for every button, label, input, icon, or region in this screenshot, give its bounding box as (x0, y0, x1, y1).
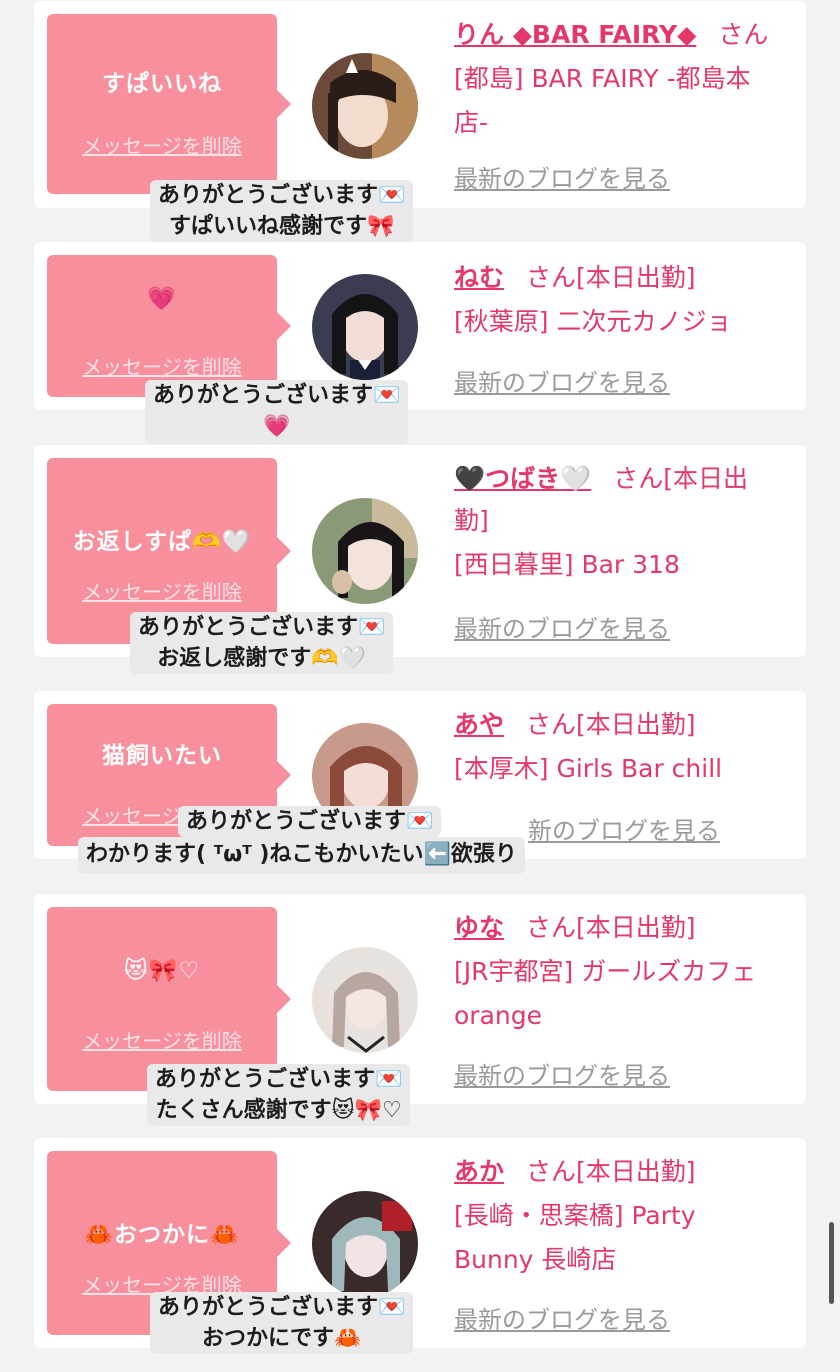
reply-line: すぱいいね感謝です🎀 (169, 214, 395, 239)
delete-message-link[interactable]: メッセージを削除 (47, 1025, 277, 1054)
latest-blog-link[interactable]: 最新のブログを見る (454, 363, 670, 398)
reply-message: ありがとうございます💌 お返し感謝です🫶🤍 (130, 612, 394, 674)
reply-line: お返し感謝です🫶🤍 (157, 646, 367, 671)
reply-line: ありがとうございます💌 (155, 1067, 403, 1092)
shop-name: [JR宇都宮] ガールズカフェ (454, 957, 757, 986)
shop-name-cont: Bunny 長崎店 (454, 1245, 617, 1274)
delete-message-link[interactable]: メッセージを削除 (47, 576, 277, 605)
message-bubble: 💗 メッセージを削除 (47, 255, 291, 397)
shop-name: [本厚木] Girls Bar chill (454, 754, 723, 783)
message-text: 猫飼いたい (102, 743, 222, 769)
shop-name: [長崎・思案橋] Party (454, 1201, 696, 1230)
cast-name-link[interactable]: あか (454, 1157, 504, 1186)
honorific: さん[本日出勤] (526, 263, 696, 292)
cast-info: ねむ さん[本日出勤] [秋葉原] 二次元カノジョ (454, 258, 794, 344)
reply-message: ありがとうございます💌 おつかにです🦀 (150, 1292, 414, 1354)
avatar[interactable] (312, 1191, 418, 1297)
latest-blog-link[interactable]: 最新のブログを見る (454, 1300, 670, 1335)
delete-message-link[interactable]: メッセージを削除 (47, 351, 277, 380)
cast-name-link[interactable]: ゆな (454, 913, 504, 942)
honorific: さん[本日出 (613, 464, 749, 493)
reply-line: ありがとうございます💌 (186, 809, 434, 834)
cast-info: あか さん[本日出勤] [長崎・思案橋] Party Bunny 長崎店 (454, 1152, 794, 1282)
message-text: 😻🎀♡ (123, 958, 201, 984)
shop-name-cont: orange (454, 1001, 542, 1030)
avatar[interactable] (312, 53, 418, 159)
cast-info: 🖤つばき🤍 さん[本日出 勤] [西日暮里] Bar 318 (454, 459, 794, 587)
delete-message-link[interactable]: メッセージを削除 (47, 130, 277, 159)
message-text: お返しすぱ🫶🤍 (72, 529, 252, 555)
scrollbar[interactable] (829, 1222, 834, 1304)
honorific: さん (718, 20, 769, 49)
avatar[interactable] (312, 274, 418, 380)
cast-info: あや さん[本日出勤] [本厚木] Girls Bar chill (454, 705, 794, 791)
message-text: すぱいいね (102, 71, 222, 97)
latest-blog-link[interactable]: 最新のブログを見る (454, 609, 670, 644)
reply-line: たくさん感謝です😻🎀♡ (155, 1098, 402, 1123)
shop-name: [西日暮里] Bar 318 (454, 550, 680, 579)
honorific: さん[本日出勤] (526, 913, 696, 942)
reply-line: ありがとうございます💌 (138, 615, 386, 640)
shop-name: [秋葉原] 二次元カノジョ (454, 307, 732, 336)
honorific: さん[本日出勤] (526, 1157, 696, 1186)
latest-blog-link[interactable]: 最新のブログを見る (454, 159, 670, 194)
reply-message: ありがとうございます💌 (178, 806, 442, 837)
latest-blog-link[interactable]: 新のブログを見る (528, 811, 720, 846)
reply-message: ありがとうございます💌 たくさん感謝です😻🎀♡ (147, 1064, 411, 1126)
message-bubble: すぱいいね メッセージを削除 (47, 14, 291, 194)
cast-name-link[interactable]: りん ◆BAR FAIRY◆ (454, 20, 696, 49)
reply-message: ありがとうございます💌 💗 (145, 380, 409, 444)
reply-line: ありがとうございます💌 (158, 1295, 406, 1320)
reply-line: ありがとうございます💌 (153, 383, 401, 408)
avatar[interactable] (312, 498, 418, 604)
reply-line: おつかにです🦀 (202, 1326, 362, 1351)
reply-line: ありがとうございます💌 (158, 183, 406, 208)
message-text: 🦀おつかに🦀 (84, 1222, 240, 1248)
avatar[interactable] (312, 947, 418, 1053)
cast-info: ゆな さん[本日出勤] [JR宇都宮] ガールズカフェ orange (454, 908, 794, 1038)
card-rin: すぱいいね メッセージを削除 りん ◆BAR FAIRY◆ さん [都島] BAR… (34, 1, 806, 208)
cast-name-link[interactable]: 🖤つばき🤍 (454, 464, 591, 493)
cast-name-link[interactable]: ねむ (454, 263, 504, 292)
latest-blog-link[interactable]: 最新のブログを見る (454, 1056, 670, 1091)
cast-name-link[interactable]: あや (454, 710, 504, 739)
cast-info: りん ◆BAR FAIRY◆ さん [都島] BAR FAIRY -都島本 店- (454, 15, 794, 145)
reply-line: 💗 (263, 414, 291, 439)
reply-line: わかります( ᵀωᵀ )ねこもかいたい⬅️欲張り (86, 842, 517, 867)
shop-name: [都島] BAR FAIRY -都島本 (454, 64, 751, 93)
shop-name-cont: 店- (454, 108, 489, 137)
message-text: 💗 (147, 286, 177, 312)
honorific-cont: 勤] (454, 506, 489, 535)
reply-message: ありがとうございます💌 すぱいいね感謝です🎀 (150, 180, 414, 242)
reply-message-cont: わかります( ᵀωᵀ )ねこもかいたい⬅️欲張り (78, 837, 525, 874)
honorific: さん[本日出勤] (526, 710, 696, 739)
